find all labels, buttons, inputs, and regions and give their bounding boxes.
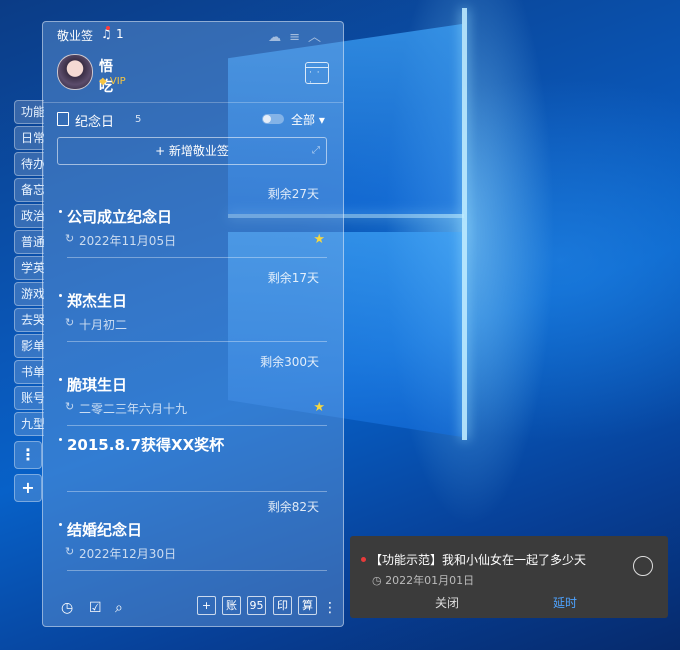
- remaining-days: 剩余82天: [267, 500, 319, 514]
- reminder-text: 【功能示范】我和小仙女在一起了多少天: [370, 553, 587, 567]
- diamond-icon: ◆: [99, 76, 107, 87]
- notification-count: 1: [116, 27, 124, 41]
- complete-checkbox[interactable]: [633, 556, 653, 576]
- checkbox-icon[interactable]: ☑: [89, 600, 102, 616]
- side-tab[interactable]: 影单: [14, 334, 44, 358]
- repeat-icon: ↻: [65, 316, 75, 329]
- divider: [67, 491, 327, 492]
- side-tab[interactable]: 普通: [14, 230, 44, 254]
- bullet: [59, 523, 62, 526]
- item-title: 2015.8.7获得XX奖杯: [67, 436, 225, 454]
- repeat-icon: ↻: [65, 400, 75, 413]
- star-icon[interactable]: ★: [313, 232, 325, 247]
- reminder-popup: 【功能示范】我和小仙女在一起了多少天 ◷ 2022年01月01日 关闭 延时: [350, 536, 668, 618]
- divider: [43, 102, 343, 103]
- side-tab[interactable]: 账号: [14, 386, 44, 410]
- filter-dropdown[interactable]: 全部 ▾: [291, 111, 325, 128]
- toolbar-button[interactable]: 印: [273, 596, 292, 615]
- star-icon[interactable]: ★: [313, 400, 325, 415]
- more-icon[interactable]: ⋮: [323, 600, 337, 616]
- toolbar-button[interactable]: 95: [247, 596, 266, 615]
- category-header: 纪念日 5 全部 ▾: [57, 111, 329, 130]
- search-icon[interactable]: ⌕: [115, 600, 123, 616]
- bullet: [59, 378, 62, 381]
- title-bar[interactable]: 敬业签 ♫ 1 ☁≡︿: [43, 22, 343, 46]
- calendar-icon[interactable]: [305, 62, 329, 88]
- add-note-button[interactable]: + 新增敬业签 ⤢: [57, 137, 327, 165]
- item-date: 二零二三年六月十九: [79, 402, 188, 416]
- side-tab[interactable]: 去哭: [14, 308, 44, 332]
- more-icon[interactable]: ⋮: [14, 441, 42, 469]
- item-date: 2022年12月30日: [79, 547, 177, 561]
- toolbar-button[interactable]: +: [197, 596, 216, 615]
- side-tab[interactable]: 政治: [14, 204, 44, 228]
- toggle-switch[interactable]: [262, 114, 284, 124]
- add-category-button[interactable]: +: [14, 474, 42, 502]
- app-title: 敬业签: [57, 29, 94, 43]
- side-tab[interactable]: 功能: [14, 100, 44, 124]
- avatar[interactable]: [57, 54, 93, 90]
- side-tab[interactable]: 学英: [14, 256, 44, 280]
- divider: [67, 570, 327, 571]
- remaining-days: 剩余17天: [267, 271, 319, 285]
- bullet: [59, 294, 62, 297]
- remaining-days: 剩余300天: [260, 355, 319, 369]
- window-controls[interactable]: ☁≡︿: [268, 26, 329, 45]
- toolbar-button[interactable]: 算: [298, 596, 317, 615]
- category-name: 纪念日: [75, 115, 115, 130]
- add-note-label: + 新增敬业签: [155, 144, 229, 158]
- side-tab[interactable]: 书单: [14, 360, 44, 384]
- repeat-icon: ↻: [65, 545, 75, 558]
- close-button[interactable]: 关闭: [435, 594, 459, 611]
- remaining-days: 剩余27天: [267, 187, 319, 201]
- delay-button[interactable]: 延时: [553, 594, 577, 611]
- item-date: 2022年11月05日: [79, 234, 177, 248]
- cloud-icon[interactable]: ☁: [268, 30, 289, 45]
- notification-dot: [106, 26, 110, 30]
- vip-badge: ◆ VIP: [99, 76, 126, 87]
- divider: [67, 257, 327, 258]
- category-side-tabs: 功能 日常 待办 备忘 政治 普通 学英 游戏 去哭 影单 书单 账号 九型 ⋮ +: [14, 100, 44, 502]
- toolbar-button[interactable]: 账: [222, 596, 241, 615]
- divider: [67, 425, 327, 426]
- item-title: 公司成立纪念日: [67, 208, 173, 226]
- clock-icon: ◷: [372, 574, 382, 587]
- menu-icon[interactable]: ≡: [289, 30, 308, 45]
- category-count: 5: [135, 114, 142, 125]
- item-title: 郑杰生日: [67, 292, 128, 310]
- item-date: 十月初二: [79, 318, 128, 332]
- side-tab[interactable]: 备忘: [14, 178, 44, 202]
- side-tab[interactable]: 日常: [14, 126, 44, 150]
- bullet: [59, 438, 62, 441]
- clock-icon[interactable]: ◷: [61, 600, 73, 616]
- item-title: 结婚纪念日: [67, 521, 143, 539]
- collapse-icon[interactable]: ︿: [308, 30, 329, 45]
- expand-icon[interactable]: ⤢: [312, 138, 320, 164]
- side-tab[interactable]: 待办: [14, 152, 44, 176]
- item-title: 脆琪生日: [67, 376, 128, 394]
- user-profile[interactable]: 悟吃 ◆ VIP: [57, 54, 126, 95]
- main-panel: 敬业签 ♫ 1 ☁≡︿ 悟吃 ◆ VIP 纪念日 5 全部 ▾ + 新增敬业签 …: [42, 21, 344, 627]
- divider: [67, 341, 327, 342]
- bullet: [59, 210, 62, 213]
- reminder-date: ◷ 2022年01月01日: [372, 574, 475, 587]
- reminder-dot: [361, 557, 366, 562]
- side-tab[interactable]: 游戏: [14, 282, 44, 306]
- repeat-icon: ↻: [65, 232, 75, 245]
- bookmark-icon: [57, 112, 69, 126]
- side-tab[interactable]: 九型: [14, 412, 44, 436]
